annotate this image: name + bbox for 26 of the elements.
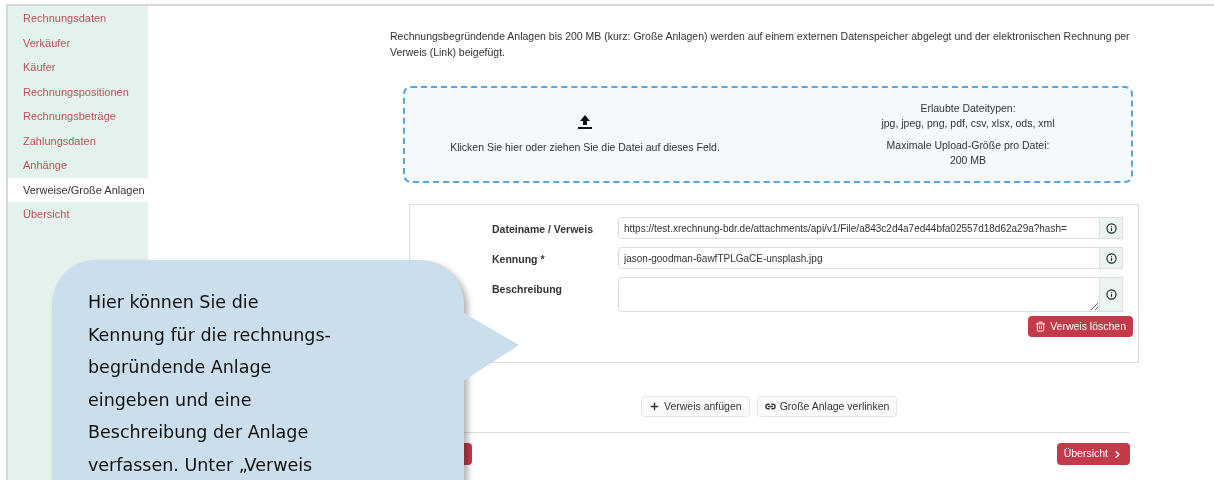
file-types-label: Erlaubte Dateitypen: (920, 101, 1016, 116)
max-size-label: Maximale Upload-Größe pro Datei: (886, 138, 1050, 153)
field-label: Kennung * (491, 252, 546, 267)
callout-text: Hier können Sie die Kennung für die rechnungs- begründende Anlage eingeben und eine Beschreibung der Anlage verfassen. Unter „Verweis (88, 291, 331, 477)
max-size: 200 MB (949, 153, 987, 168)
intro-text: Rechnungsbegründende Anlagen bis 200 MB (kurz: Große Anlagen) werden auf einem externen Datenspeicher abgelegt und der elektronischen Rechnung per Verweis (Link) beigefügt. (390, 29, 1130, 60)
sidebar-item[interactable]: Rechnungsdaten (8, 6, 148, 31)
overview-button[interactable]: Übersicht (1056, 443, 1130, 465)
upload-dropzone[interactable]: Klicken Sie hier oder ziehen Sie die Datei auf dieses Feld. Erlaubte Dateitypen: jpg, jpeg, png, pdf, csv, xlsx, ods, xml Maximale Upload-Größe pro Datei: 200 MB (403, 86, 1133, 183)
sidebar-item[interactable]: Verkäufer (8, 30, 148, 55)
dropzone-instruction: Klicken Sie hier oder ziehen Sie die Datei auf dieses Feld. (450, 139, 720, 155)
action-button[interactable]: Große Anlage verlinken (756, 396, 898, 417)
sidebar-item[interactable]: Übersicht (8, 202, 148, 227)
sidebar-item[interactable]: Anhänge (8, 153, 148, 178)
file-types: jpg, jpeg, png, pdf, csv, xlsx, ods, xml (881, 116, 1055, 131)
sidebar-item[interactable]: Rechnungsbeträge (8, 104, 148, 129)
sidebar-item[interactable]: Verweise/Große Anlagen (8, 177, 148, 202)
sidebar-item[interactable]: Rechnungspositionen (8, 79, 148, 104)
sidebar-item[interactable]: Zahlungsdaten (8, 128, 148, 153)
text-field[interactable]: jason-goodman-6awfTPLGaCE-unsplash.jpg (618, 247, 1100, 269)
field-label: Beschreibung (491, 282, 563, 297)
action-button[interactable]: Verweis anfügen (641, 396, 750, 417)
delete-reference-button[interactable]: Verweis löschen (1028, 316, 1133, 337)
text-field[interactable]: https://test.xrechnung-bdr.de/attachments/api/v1/File/a843c2d4a7ed44bfa02557d18d62a29a?hash= (618, 217, 1100, 239)
field-label: Dateiname / Verweis (491, 222, 594, 237)
sidebar-item[interactable]: Käufer (8, 55, 148, 80)
